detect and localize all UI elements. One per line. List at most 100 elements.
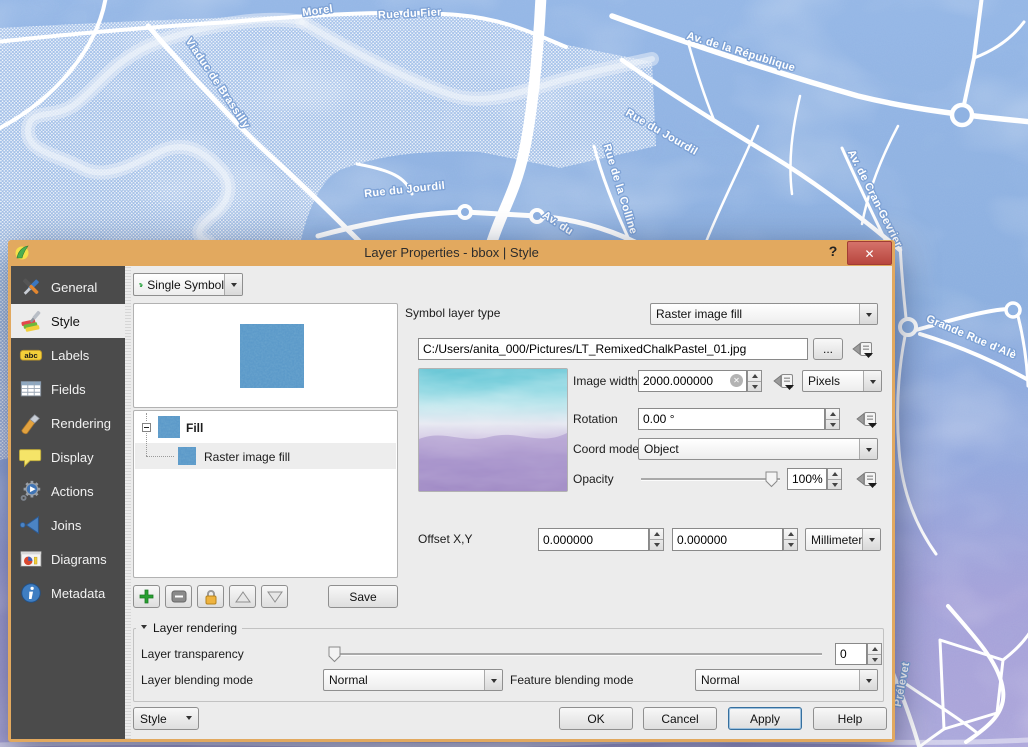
panel-splitter[interactable] [125, 266, 131, 739]
image-width-spinner[interactable] [747, 370, 762, 392]
symbol-layer-type-value: Raster image fill [651, 304, 859, 324]
symbol-layer-type-label: Symbol layer type [405, 306, 500, 320]
coord-mode-label: Coord mode [573, 442, 639, 456]
general-icon [19, 275, 43, 299]
add-symbol-layer-button[interactable] [133, 585, 160, 608]
slider-handle[interactable] [766, 472, 777, 487]
layer-transparency-slider[interactable] [323, 643, 828, 665]
data-defined-override-opacity-button[interactable] [855, 469, 879, 489]
sidebar-item-display[interactable]: Display [11, 440, 125, 474]
move-down-button[interactable] [261, 585, 288, 608]
layer-rendering-header[interactable]: Layer rendering [136, 621, 242, 635]
image-width-value: 2000.000000 [643, 374, 713, 388]
sidebar-item-diagrams[interactable]: Diagrams [11, 542, 125, 576]
slider-handle[interactable] [329, 647, 340, 662]
sidebar-item-label: General [51, 280, 97, 295]
data-defined-icon [855, 469, 879, 489]
clear-value-icon[interactable]: ✕ [730, 374, 743, 387]
diagrams-icon [19, 547, 43, 571]
sidebar-item-joins[interactable]: Joins [11, 508, 125, 542]
fields-icon [19, 377, 43, 401]
help-titlebar-button[interactable]: ? [824, 243, 842, 263]
arrow-down-icon [266, 590, 284, 604]
sidebar-item-general[interactable]: General [11, 270, 125, 304]
collapse-arrow-icon [141, 625, 147, 632]
minus-icon [171, 590, 187, 603]
rotation-label: Rotation [573, 412, 618, 426]
offset-x-spinner[interactable] [649, 528, 664, 551]
dialog-titlebar[interactable]: Layer Properties - bbox | Style ? ✕ [8, 240, 895, 266]
tree-connector [146, 433, 147, 456]
data-defined-override-rotation-button[interactable] [855, 409, 879, 429]
style-icon [19, 309, 43, 333]
feature-blending-combo[interactable]: Normal [695, 669, 878, 691]
help-button[interactable]: Help [813, 707, 887, 730]
offset-unit-combo[interactable]: Millimeter [805, 528, 881, 551]
sidebar-item-style[interactable]: Style [11, 304, 125, 338]
chevron-down-icon [859, 439, 877, 459]
offset-y-value: 0.000000 [677, 533, 727, 547]
renderer-combo[interactable]: Single Symbol [133, 273, 243, 296]
save-symbol-button[interactable]: Save [328, 585, 398, 608]
chevron-down-icon [224, 274, 242, 295]
move-up-button[interactable] [229, 585, 256, 608]
opacity-value: 100% [792, 472, 823, 486]
sidebar-item-labels[interactable]: abc Labels [11, 338, 125, 372]
sidebar-item-actions[interactable]: Actions [11, 474, 125, 508]
plus-icon [138, 588, 155, 605]
rotation-input[interactable]: 0.00 ° [638, 408, 825, 430]
fill-symbol-icon [158, 416, 180, 438]
lock-color-button[interactable] [197, 585, 224, 608]
data-defined-override-width-button[interactable] [772, 371, 796, 391]
image-path-input[interactable]: C:/Users/anita_000/Pictures/LT_RemixedCh… [418, 338, 808, 360]
ok-button[interactable]: OK [559, 707, 633, 730]
offset-y-spinner[interactable] [783, 528, 798, 551]
sidebar-item-label: Style [51, 314, 80, 329]
data-defined-override-path-button[interactable] [851, 339, 875, 359]
tree-child-label[interactable]: Raster image fill [204, 450, 290, 464]
remove-symbol-layer-button[interactable] [165, 585, 192, 608]
layer-properties-dialog: Layer Properties - bbox | Style ? ✕ Gene… [8, 240, 895, 742]
data-defined-icon [855, 409, 879, 429]
opacity-label: Opacity [573, 472, 614, 486]
close-button[interactable]: ✕ [847, 241, 892, 265]
sidebar-item-label: Display [51, 450, 94, 465]
feature-blending-value: Normal [696, 670, 859, 690]
sidebar-item-label: Metadata [51, 586, 105, 601]
chevron-down-icon [186, 716, 192, 723]
sidebar-item-fields[interactable]: Fields [11, 372, 125, 406]
tree-connector [146, 456, 174, 457]
arrow-up-icon [234, 590, 252, 604]
browse-file-button[interactable]: ... [813, 338, 843, 360]
chevron-down-icon [862, 529, 880, 550]
opacity-spinbox[interactable]: 100% [787, 468, 827, 490]
tree-root-label[interactable]: Fill [186, 421, 203, 435]
data-defined-icon [851, 339, 875, 359]
dialog-title: Layer Properties - bbox | Style [8, 245, 895, 260]
layer-transparency-spinner[interactable] [867, 643, 882, 665]
rotation-spinner[interactable] [825, 408, 840, 430]
apply-button[interactable]: Apply [728, 707, 802, 730]
layer-blending-value: Normal [324, 670, 484, 690]
image-width-unit-combo[interactable]: Pixels [802, 370, 882, 392]
category-sidebar: General Style abc Labels Fields [11, 266, 125, 739]
style-menu-button[interactable]: Style [133, 707, 199, 730]
tree-expander[interactable] [142, 423, 151, 432]
joins-icon [19, 513, 43, 537]
image-width-unit-value: Pixels [803, 371, 863, 391]
opacity-spinner[interactable] [827, 468, 842, 490]
offset-x-input[interactable]: 0.000000 [538, 528, 649, 551]
sidebar-item-metadata[interactable]: Metadata [11, 576, 125, 610]
feature-blending-label: Feature blending mode [510, 673, 633, 687]
layer-blending-combo[interactable]: Normal [323, 669, 503, 691]
offset-y-input[interactable]: 0.000000 [672, 528, 783, 551]
coord-mode-combo[interactable]: Object [638, 438, 878, 460]
image-width-label: Image width [573, 374, 638, 388]
opacity-slider[interactable] [638, 468, 783, 490]
sidebar-item-rendering[interactable]: Rendering [11, 406, 125, 440]
sidebar-item-label: Rendering [51, 416, 111, 431]
layer-transparency-spinbox[interactable]: 0 [835, 643, 867, 665]
symbol-layer-type-combo[interactable]: Raster image fill [650, 303, 878, 325]
raster-fill-symbol-icon [178, 447, 196, 465]
cancel-button[interactable]: Cancel [643, 707, 717, 730]
